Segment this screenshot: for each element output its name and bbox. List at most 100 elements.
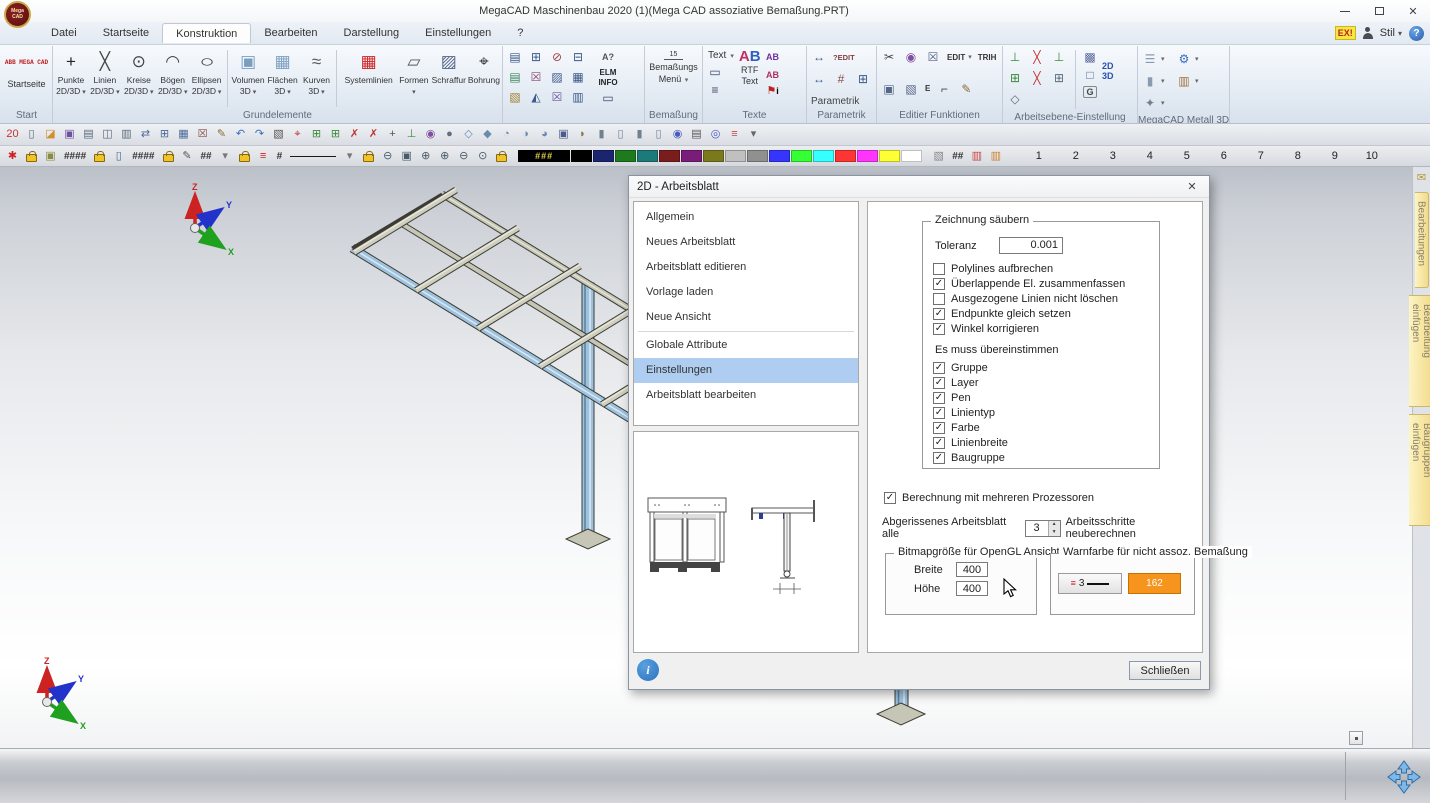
- dim-hatch-icon[interactable]: ▨: [547, 68, 567, 86]
- corner-icon[interactable]: ⌐: [934, 80, 954, 98]
- match-checkbox-6[interactable]: Baugruppe: [933, 450, 1159, 465]
- layer-columns-icon[interactable]: ≡: [726, 127, 743, 143]
- clean-checkbox-0[interactable]: Polylines aufbrechen: [933, 261, 1159, 276]
- param-edit-icon[interactable]: ?EDIT: [831, 48, 857, 66]
- color-swatch-13[interactable]: [857, 150, 878, 162]
- tab-startseite[interactable]: Startseite: [90, 24, 162, 42]
- disc-bottom-icon[interactable]: ◕: [536, 127, 553, 143]
- lock-linetype-icon[interactable]: [239, 154, 250, 162]
- color-swatch-8[interactable]: [747, 150, 768, 162]
- cut-icon[interactable]: ✂: [879, 48, 899, 66]
- schliessen-button[interactable]: Schließen: [1129, 661, 1201, 680]
- color-swatch-0[interactable]: [571, 150, 592, 162]
- grund-button-8[interactable]: ▦Systemlinien: [341, 48, 395, 86]
- recalc-spinner[interactable]: 3 ▲▼: [1025, 520, 1061, 537]
- plane-g-button[interactable]: G: [1083, 86, 1096, 98]
- dim-delete-icon[interactable]: ☒: [526, 68, 546, 86]
- layer-mask-label[interactable]: ####: [129, 151, 157, 162]
- dim-align-icon[interactable]: ⊞: [526, 48, 546, 66]
- lock-layer-icon[interactable]: [94, 154, 105, 162]
- help-icon[interactable]: ?: [1409, 26, 1424, 41]
- param-box-icon[interactable]: ⊞: [853, 70, 873, 88]
- plane-axis-small-icon[interactable]: ⊥: [1049, 48, 1069, 66]
- color-mask-label[interactable]: ##: [949, 151, 966, 162]
- dialog-nav-item-4[interactable]: Neue Ansicht: [634, 305, 858, 330]
- tab-darstellung[interactable]: Darstellung: [331, 24, 413, 42]
- color-swatch-6[interactable]: [703, 150, 724, 162]
- color-count-icon[interactable]: ▧: [930, 148, 947, 164]
- page-setup-icon[interactable]: ▥: [118, 127, 135, 143]
- stil-menu[interactable]: Stil ▾: [1380, 27, 1402, 39]
- move-view-icon[interactable]: +: [384, 127, 401, 143]
- linetype-icon-icon[interactable]: ≡: [255, 148, 272, 164]
- zoom-previous-icon[interactable]: ⊙: [474, 148, 491, 164]
- clean-checkbox-4[interactable]: Winkel korrigieren: [933, 321, 1159, 336]
- tab-bearbeitung-einfuegen[interactable]: Bearbeitung einfügen: [1409, 295, 1430, 407]
- dialog-close-icon[interactable]: ✕: [1183, 180, 1201, 193]
- match-checkbox-0[interactable]: Gruppe: [933, 360, 1159, 375]
- color-swatch-1[interactable]: [593, 150, 614, 162]
- e-function-button[interactable]: E: [923, 80, 932, 98]
- cube-shaded-icon[interactable]: ◆: [479, 127, 496, 143]
- pen-number-5[interactable]: 5: [1168, 150, 1205, 162]
- color-swatch-14[interactable]: [879, 150, 900, 162]
- doc-settings-icon[interactable]: ⊞: [156, 127, 173, 143]
- grund-button-3[interactable]: ◠Bögen2D/3D ▾: [157, 48, 189, 97]
- pen-number-10[interactable]: 10: [1353, 150, 1390, 162]
- dim-2d-icon[interactable]: ▤: [505, 68, 525, 86]
- line-sample-icon[interactable]: [290, 156, 336, 157]
- param-dim-h-icon[interactable]: ↔: [809, 48, 829, 66]
- sphere-wire-icon[interactable]: ◉: [422, 127, 439, 143]
- axis-tree-icon[interactable]: ⊥: [403, 127, 420, 143]
- clean-checkbox-1[interactable]: Überlappende El. zusammenfassen: [933, 276, 1159, 291]
- plane-knife-icon[interactable]: ╳: [1027, 48, 1047, 66]
- grund-button-4[interactable]: ○Ellipsen2D/3D ▾: [191, 48, 223, 97]
- pen-number-9[interactable]: 9: [1316, 150, 1353, 162]
- match-checkbox-2[interactable]: Pen: [933, 390, 1159, 405]
- dim-grid-icon[interactable]: ▦: [568, 68, 588, 86]
- pen-number-2[interactable]: 2: [1057, 150, 1094, 162]
- param-net-icon[interactable]: #: [831, 70, 851, 88]
- match-checkbox-4[interactable]: Farbe: [933, 420, 1159, 435]
- metal-wood-icon[interactable]: ▥: [1174, 72, 1194, 90]
- dialog-nav-item-5[interactable]: Globale Attribute: [634, 333, 858, 358]
- pen-number-8[interactable]: 8: [1279, 150, 1316, 162]
- tab-bearbeiten[interactable]: Bearbeiten: [251, 24, 330, 42]
- plane-sheet-icon[interactable]: □: [1080, 66, 1100, 84]
- clean-checkbox-2[interactable]: Ausgezogene Linien nicht löschen: [933, 291, 1159, 306]
- color-swatch-3[interactable]: [637, 150, 658, 162]
- metal-screw-icon[interactable]: ✦: [1140, 94, 1160, 112]
- pen-number-6[interactable]: 6: [1205, 150, 1242, 162]
- startseite-button[interactable]: ABB MEGA CAD Startseite: [3, 48, 50, 89]
- grund-button-11[interactable]: ⌖Bohrung: [468, 48, 500, 86]
- dialog-nav-item-0[interactable]: Allgemein: [634, 205, 858, 230]
- grund-button-7[interactable]: ≈Kurven3D ▾: [301, 48, 333, 97]
- toleranz-input[interactable]: 0.001: [999, 237, 1063, 254]
- dialog-nav-item-6[interactable]: Einstellungen: [634, 358, 858, 383]
- bemassungs-menu-button[interactable]: 15 Bemaßungs Menü ▾: [647, 48, 700, 85]
- color-swatch-12[interactable]: [835, 150, 856, 162]
- text-attr-icon[interactable]: AB: [763, 48, 783, 66]
- cylinder-a-icon[interactable]: ▮: [593, 127, 610, 143]
- metal-cylinder-icon[interactable]: ▮: [1140, 72, 1160, 90]
- stamp-icon[interactable]: ▭: [598, 89, 618, 107]
- ext-badge[interactable]: EX!: [1335, 26, 1356, 40]
- close-button[interactable]: ✕: [1396, 0, 1430, 22]
- toolbar-more-icon[interactable]: ▾: [745, 127, 762, 143]
- color-swatch-11[interactable]: [813, 150, 834, 162]
- color-swatch-9[interactable]: [769, 150, 790, 162]
- group-mask-label[interactable]: ####: [61, 151, 89, 162]
- metal-gear-icon[interactable]: ⚙: [1174, 50, 1194, 68]
- zoom-window-icon[interactable]: ▣: [398, 148, 415, 164]
- grund-button-9[interactable]: ▱Formen ▾: [398, 48, 430, 97]
- open-folder-icon[interactable]: ◪: [42, 127, 59, 143]
- pen-number-7[interactable]: 7: [1242, 150, 1279, 162]
- binoculars-icon[interactable]: ◎: [707, 127, 724, 143]
- linetype-colors-icon[interactable]: ▥: [968, 148, 985, 164]
- grund-button-0[interactable]: +Punkte2D/3D ▾: [55, 48, 87, 97]
- panel-mail-icon[interactable]: ✉: [1417, 171, 1426, 184]
- color-swatch-7[interactable]: [725, 150, 746, 162]
- grund-button-10[interactable]: ▨Schraffur: [432, 48, 466, 86]
- pen-mask-label[interactable]: ##: [198, 151, 215, 162]
- lock-linewidth-icon[interactable]: [363, 154, 374, 162]
